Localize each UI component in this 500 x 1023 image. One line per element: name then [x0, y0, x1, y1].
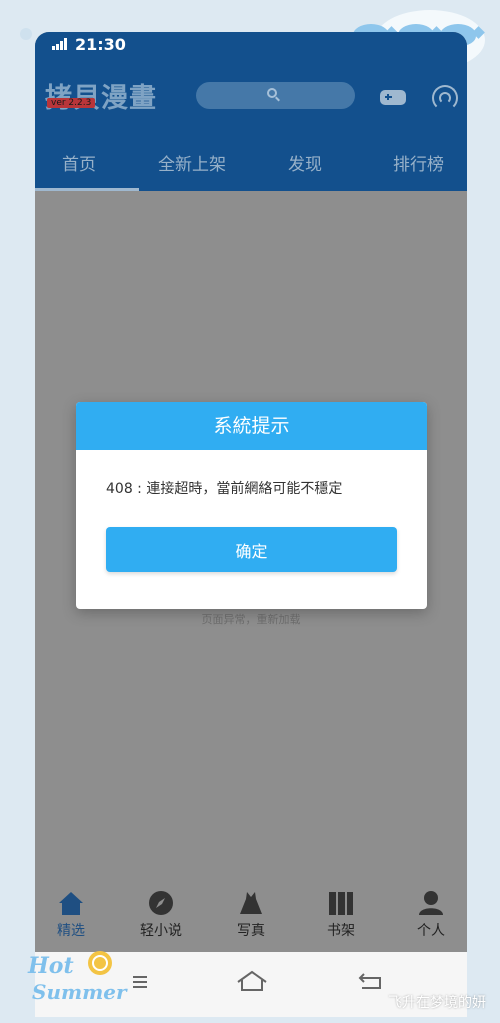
bottom-nav: 精选 轻小说 写真 书架 个人	[35, 880, 467, 944]
nav-item-photo[interactable]: 写真	[221, 890, 281, 940]
search-icon	[267, 88, 277, 98]
nav-label: 个人	[417, 923, 445, 939]
home-icon	[58, 890, 84, 916]
reload-hint[interactable]: 页面异常，重新加载	[35, 611, 467, 627]
sticker-text: Summer	[32, 980, 128, 1004]
confirm-button[interactable]: 确定	[106, 527, 397, 572]
nav-item-profile[interactable]: 个人	[401, 890, 461, 940]
dialog-title: 系統提示	[76, 402, 427, 450]
app-header: 拷貝漫畫 ver 2.2.3	[35, 58, 467, 134]
home-outline-icon[interactable]	[236, 970, 268, 992]
bookshelf-icon	[328, 890, 354, 916]
nav-item-light-novel[interactable]: 轻小说	[131, 890, 191, 940]
tab-discover[interactable]: 发现	[288, 150, 322, 175]
tab-new-arrivals[interactable]: 全新上架	[158, 150, 226, 175]
watermark: 飞升在梦境的妍	[388, 995, 486, 1011]
tab-bar: 首页 全新上架 发现 排行榜	[35, 134, 467, 191]
app-logo: 拷貝漫畫	[45, 83, 157, 114]
nav-label: 书架	[327, 923, 355, 939]
version-badge: ver 2.2.3	[47, 98, 96, 108]
decor-bubble	[20, 28, 32, 40]
nav-label: 精选	[57, 923, 85, 939]
hot-summer-sticker: Hot Summer	[27, 951, 128, 1004]
dress-icon	[238, 890, 264, 916]
sticker-text: Hot	[27, 953, 74, 979]
system-dialog: 系統提示 408 : 連接超時，當前網絡可能不穩定 确定	[76, 402, 427, 609]
status-bar: 21:30	[35, 32, 467, 58]
tab-home[interactable]: 首页	[62, 150, 96, 175]
nav-label: 轻小说	[140, 923, 182, 939]
menu-icon[interactable]	[132, 974, 148, 990]
person-icon	[418, 890, 444, 916]
active-tab-indicator	[35, 188, 139, 191]
signal-icon	[52, 38, 70, 50]
nav-item-featured[interactable]: 精选	[41, 890, 101, 940]
search-bar[interactable]	[196, 82, 355, 109]
nav-item-bookshelf[interactable]: 书架	[311, 890, 371, 940]
status-time: 21:30	[75, 35, 126, 54]
nav-label: 写真	[237, 923, 265, 939]
broadcast-icon[interactable]	[432, 85, 458, 111]
back-icon[interactable]	[358, 972, 382, 990]
dialog-message: 408 : 連接超時，當前網絡可能不穩定	[106, 481, 343, 497]
compass-icon	[148, 890, 174, 916]
tab-rankings[interactable]: 排行榜	[393, 150, 444, 175]
gamepad-icon[interactable]	[380, 90, 406, 105]
